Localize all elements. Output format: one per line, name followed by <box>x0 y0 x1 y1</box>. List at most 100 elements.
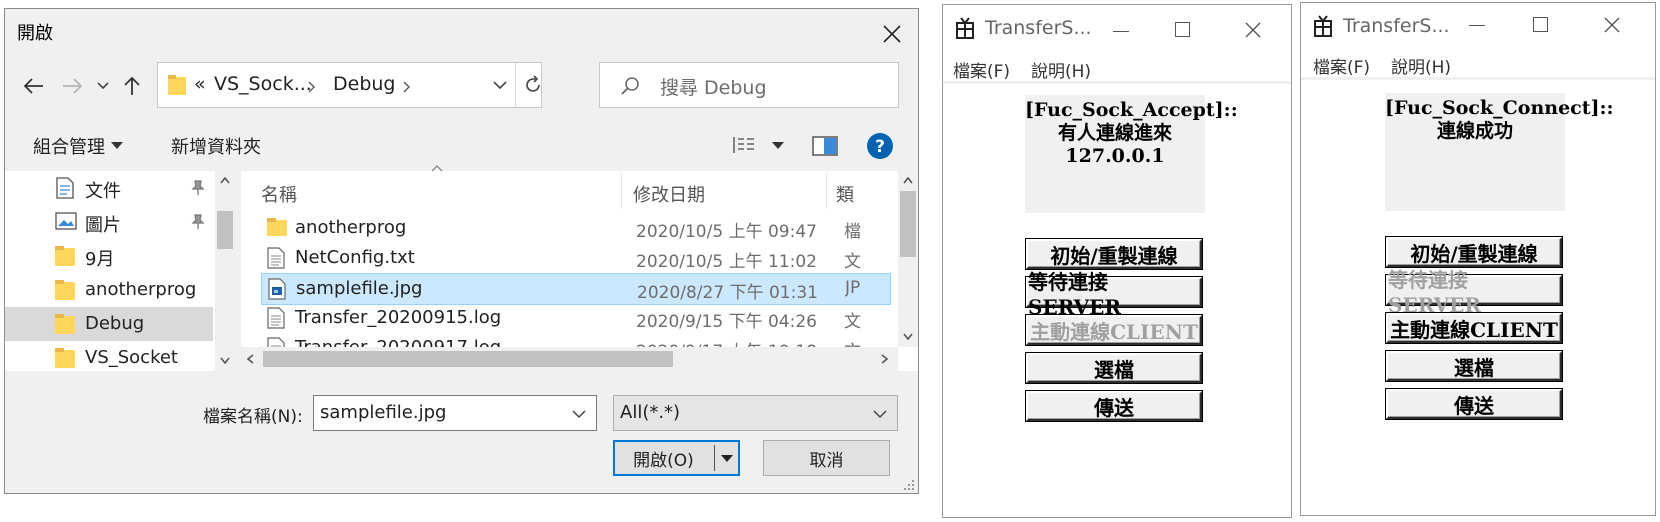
menu-help[interactable]: 說明(H) <box>1031 57 1091 82</box>
address-dropdown-icon[interactable] <box>493 81 507 90</box>
open-button[interactable]: 開啟(O) <box>613 440 740 476</box>
status-line: 連線成功 <box>1436 120 1513 142</box>
open-dropdown-icon[interactable] <box>721 455 733 462</box>
file-name: Transfer_20200915.log <box>295 307 502 328</box>
view-options-icon[interactable] <box>732 135 758 155</box>
scroll-up-icon[interactable] <box>903 177 913 184</box>
refresh-icon[interactable] <box>524 75 542 95</box>
file-row[interactable]: anotherprog 2020/10/5 上午 09:47 檔 <box>261 213 889 243</box>
scroll-right-icon[interactable] <box>881 354 888 364</box>
send-button[interactable]: 傳送 <box>1026 391 1202 421</box>
nav-item-label: 圖片 <box>85 215 121 236</box>
open-file-dialog: 開啟 « VS_Sock... Debug 搜尋 Debug 組合管理 新增資料… <box>4 8 919 494</box>
new-folder-button[interactable]: 新增資料夾 <box>171 133 261 159</box>
maximize-icon[interactable] <box>1533 17 1548 32</box>
file-name: Transfer_20200917.log <box>295 337 501 347</box>
close-icon[interactable] <box>1604 17 1620 33</box>
scroll-down-icon[interactable] <box>220 357 230 364</box>
minimize-icon[interactable] <box>1113 31 1129 32</box>
file-horizontal-scrollbar[interactable] <box>241 347 898 371</box>
app-icon <box>1313 15 1333 37</box>
file-date: 2020/9/17 上午 10:18 <box>636 337 817 347</box>
nav-item[interactable]: 圖片 <box>5 205 213 239</box>
status-line: [Fuc_Sock_Connect]:: <box>1385 97 1614 119</box>
preview-pane-icon[interactable] <box>812 136 838 156</box>
navigation-pane: 文件圖片 9月 anotherprog Debug VS_Socket <box>5 171 235 371</box>
breadcrumb-separator-icon[interactable] <box>308 81 316 93</box>
init-reset-connection-button[interactable]: 初始/重製連線 <box>1386 237 1562 267</box>
image-file-icon <box>268 278 286 300</box>
filename-value[interactable]: samplefile.jpg <box>320 402 446 423</box>
nav-scroll-thumb[interactable] <box>217 211 233 249</box>
scroll-up-icon[interactable] <box>220 177 230 184</box>
select-file-button[interactable]: 選檔 <box>1026 353 1202 383</box>
folder-icon <box>168 75 186 95</box>
send-button[interactable]: 傳送 <box>1386 389 1562 419</box>
close-icon[interactable] <box>875 19 909 49</box>
menu-help[interactable]: 說明(H) <box>1391 53 1451 78</box>
menu-file[interactable]: 檔案(F) <box>1313 53 1370 78</box>
minimize-icon[interactable] <box>1469 25 1485 26</box>
breadcrumb-segment[interactable]: Debug <box>333 73 395 95</box>
wait-server-button[interactable]: 等待連接SERVER <box>1026 270 1202 319</box>
init-reset-connection-button[interactable]: 初始/重製連線 <box>1026 239 1202 269</box>
active-connect-client-button: 主動連線CLIENT <box>1026 315 1202 345</box>
file-type: 文 <box>844 337 864 347</box>
horizontal-scroll-thumb[interactable] <box>263 351 673 367</box>
file-vertical-scrollbar[interactable] <box>898 171 918 347</box>
file-type-filter[interactable]: All(*.*) <box>613 395 898 431</box>
picture-icon <box>55 211 77 231</box>
filename-dropdown-icon[interactable] <box>572 410 586 419</box>
nav-scrollbar[interactable] <box>215 171 235 371</box>
view-dropdown-icon[interactable] <box>772 142 784 149</box>
select-file-button[interactable]: 選檔 <box>1386 351 1562 381</box>
server-window: TransferS... 檔案(F) 說明(H) [Fuc_Sock_Accep… <box>942 4 1292 518</box>
back-arrow-icon[interactable] <box>19 71 49 101</box>
nav-item[interactable]: VS_Socket <box>5 341 213 375</box>
up-arrow-icon[interactable] <box>117 71 147 101</box>
filter-dropdown-icon[interactable] <box>873 410 887 419</box>
window-title: TransferS... <box>985 17 1092 39</box>
file-row[interactable]: NetConfig.txt 2020/10/5 上午 11:02 文 <box>261 243 889 273</box>
folder-icon <box>267 217 287 237</box>
pin-icon[interactable] <box>191 180 205 196</box>
nav-item[interactable]: Debug <box>5 307 213 341</box>
nav-item-label: Debug <box>85 313 145 334</box>
help-icon[interactable]: ? <box>866 132 894 160</box>
search-box[interactable]: 搜尋 Debug <box>599 62 899 108</box>
cancel-button[interactable]: 取消 <box>763 440 890 476</box>
organize-dropdown-icon[interactable] <box>111 142 123 149</box>
file-date: 2020/10/5 上午 11:02 <box>636 252 817 272</box>
breadcrumb-segment[interactable]: VS_Sock... <box>214 73 312 95</box>
organize-button[interactable]: 組合管理 <box>33 133 105 159</box>
close-icon[interactable] <box>1245 22 1261 38</box>
active-connect-client-button[interactable]: 主動連線CLIENT <box>1386 313 1562 343</box>
breadcrumb-overflow[interactable]: « <box>194 73 206 95</box>
file-row[interactable]: samplefile.jpg 2020/8/27 下午 01:31 JP <box>261 273 891 305</box>
breadcrumb-separator-icon[interactable] <box>403 81 411 93</box>
nav-item-label: 文件 <box>85 181 121 202</box>
filename-input[interactable]: samplefile.jpg <box>313 395 597 431</box>
nav-item[interactable]: 9月 <box>5 239 213 273</box>
text-file-icon <box>267 307 285 329</box>
recent-locations-chevron-icon[interactable] <box>93 73 113 99</box>
file-row[interactable]: Transfer_20200915.log 2020/9/15 下午 04:26 文 <box>261 303 889 333</box>
scroll-left-icon[interactable] <box>247 354 254 364</box>
nav-item[interactable]: anotherprog <box>5 273 213 307</box>
resize-grip-icon[interactable] <box>903 479 915 491</box>
file-scroll-thumb[interactable] <box>900 191 916 257</box>
file-row[interactable]: Transfer_20200917.log 2020/9/17 上午 10:18 文 <box>261 333 889 347</box>
file-date: 2020/9/15 下午 04:26 <box>636 312 817 332</box>
nav-item[interactable]: 文件 <box>5 171 213 205</box>
address-bar[interactable]: « VS_Sock... Debug <box>157 62 542 108</box>
nav-item-label: VS_Socket <box>85 347 178 368</box>
scroll-down-icon[interactable] <box>903 333 913 340</box>
folder-icon <box>55 245 75 267</box>
nav-item-label: anotherprog <box>85 279 197 300</box>
pin-icon[interactable] <box>191 214 205 230</box>
address-divider <box>515 63 516 107</box>
maximize-icon[interactable] <box>1175 22 1190 37</box>
menu-file[interactable]: 檔案(F) <box>953 57 1010 82</box>
forward-arrow-icon[interactable] <box>57 71 87 101</box>
file-name: NetConfig.txt <box>295 247 415 268</box>
